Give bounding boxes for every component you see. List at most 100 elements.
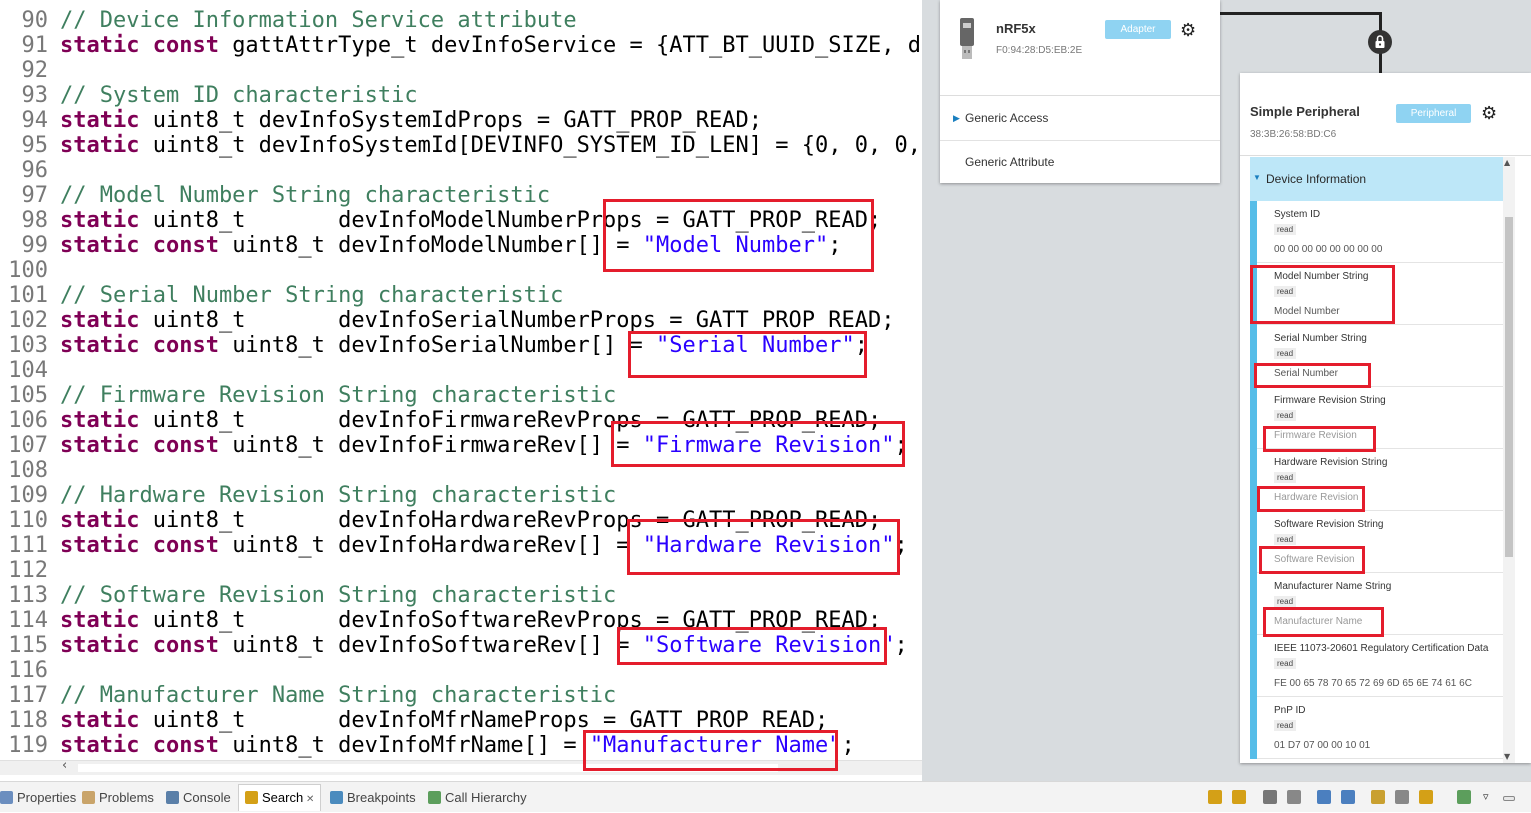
code-line[interactable]: 91 static const gattAttrType_t devInfoSer… bbox=[0, 33, 923, 58]
characteristic-value[interactable]: 01 D7 07 00 00 10 01 bbox=[1274, 740, 1370, 751]
code-line[interactable]: 116 bbox=[0, 658, 60, 683]
panel-vertical-scrollbar[interactable]: ▲ ▼ bbox=[1503, 157, 1515, 763]
code-line[interactable]: 100 bbox=[0, 258, 60, 283]
code-line[interactable]: 92 bbox=[0, 58, 60, 83]
characteristic-value[interactable]: Model Number bbox=[1274, 306, 1340, 317]
characteristic-value[interactable]: Software Revision bbox=[1274, 554, 1355, 565]
code-line[interactable]: 107 static const uint8_t devInfoFirmwareR… bbox=[0, 433, 907, 458]
characteristic-value[interactable]: 00 00 00 00 00 00 00 00 bbox=[1274, 244, 1382, 255]
tab-properties[interactable]: Properties bbox=[0, 788, 76, 808]
code-line[interactable]: 90 // Device Information Service attribut… bbox=[0, 8, 577, 33]
code-line[interactable]: 99 static const uint8_t devInfoModelNumbe… bbox=[0, 233, 842, 258]
characteristic-bar bbox=[1250, 635, 1257, 697]
service-generic-access[interactable]: ▶ Generic Access bbox=[940, 96, 1220, 141]
line-number: 116 bbox=[8, 658, 48, 683]
service-device-information[interactable]: ▼ Device Information bbox=[1250, 157, 1503, 201]
code-line[interactable]: 110 static uint8_t devInfoHardwareRevProp… bbox=[0, 508, 881, 533]
gear-icon[interactable]: ⚙ bbox=[1481, 105, 1497, 123]
code-editor[interactable]: 90 // Device Information Service attribut… bbox=[0, 0, 922, 760]
scroll-up-icon[interactable]: ▲ bbox=[1504, 158, 1510, 167]
code-line[interactable]: 94 static uint8_t devInfoSystemIdProps = … bbox=[0, 108, 763, 133]
tab-problems[interactable]: Problems bbox=[82, 788, 154, 808]
run-search-icon[interactable] bbox=[1371, 790, 1385, 804]
characteristic-bar bbox=[1250, 573, 1257, 635]
code-line[interactable]: 104 bbox=[0, 358, 60, 383]
characteristic-bar bbox=[1250, 511, 1257, 573]
code-comment: // Firmware Revision String characterist… bbox=[60, 383, 617, 408]
code-line[interactable]: 105 // Firmware Revision String character… bbox=[0, 383, 616, 408]
pin-view-icon[interactable] bbox=[1457, 790, 1471, 804]
characteristic-item[interactable]: Hardware Revision String read Hardware Rev… bbox=[1250, 449, 1503, 511]
view-menu-icon[interactable]: ▿ bbox=[1483, 790, 1497, 804]
code-line[interactable]: 114 static uint8_t devInfoSoftwareRevProp… bbox=[0, 608, 881, 633]
code-comment: // Hardware Revision String characterist… bbox=[60, 483, 617, 508]
scrollbar-thumb[interactable] bbox=[1505, 217, 1513, 557]
close-icon[interactable]: ✕ bbox=[303, 794, 314, 805]
next-match-icon[interactable] bbox=[1208, 790, 1222, 804]
code-line[interactable]: 106 static uint8_t devInfoFirmwareRevProp… bbox=[0, 408, 881, 433]
search-history-icon[interactable] bbox=[1419, 790, 1433, 804]
code-line[interactable]: 108 bbox=[0, 458, 60, 483]
code-text: uint8_t devInfoSoftwareRevProps = GATT_P… bbox=[152, 608, 882, 633]
code-line[interactable]: 117 // Manufacturer Name String character… bbox=[0, 683, 616, 708]
characteristic-item[interactable]: Firmware Revision String read Firmware Rev… bbox=[1250, 387, 1503, 449]
tab-call-hierarchy[interactable]: Call Hierarchy bbox=[428, 788, 527, 808]
remove-all-matches-icon[interactable] bbox=[1287, 790, 1301, 804]
code-keyword: static const bbox=[60, 633, 233, 658]
peripheral-badge: Peripheral bbox=[1396, 104, 1471, 123]
characteristic-value[interactable]: FE 00 65 78 70 65 72 69 6D 65 6E 74 61 6… bbox=[1274, 678, 1472, 689]
characteristic-name: IEEE 11073-20601 Regulatory Certificatio… bbox=[1274, 643, 1489, 654]
code-line[interactable]: 119 static const uint8_t devInfoMfrName[]… bbox=[0, 733, 854, 758]
view-tab-bar: Properties Problems Console Search ✕ Breakpo… bbox=[0, 781, 1531, 812]
characteristic-item[interactable]: System ID read 00 00 00 00 00 00 00 00 bbox=[1250, 201, 1503, 263]
characteristic-value[interactable]: Serial Number bbox=[1274, 368, 1338, 379]
code-keyword: static const bbox=[60, 733, 233, 758]
characteristic-value[interactable]: Firmware Revision bbox=[1274, 430, 1357, 441]
characteristic-item[interactable]: Model Number String read Model Number bbox=[1250, 263, 1503, 325]
code-line[interactable]: 93 // System ID characteristic bbox=[0, 83, 418, 108]
tab-console[interactable]: Console bbox=[166, 788, 231, 808]
characteristic-item[interactable]: Software Revision String read Software Rev… bbox=[1250, 511, 1503, 573]
scroll-left-icon[interactable]: ‹ bbox=[62, 758, 67, 773]
tab-search[interactable]: Search ✕ bbox=[238, 784, 322, 811]
characteristic-name: PnP ID bbox=[1274, 705, 1306, 716]
characteristic-value[interactable]: Hardware Revision bbox=[1274, 492, 1358, 503]
code-line[interactable]: 112 bbox=[0, 558, 60, 583]
scrollbar-thumb[interactable] bbox=[78, 764, 778, 772]
code-line[interactable]: 97 // Model Number String characteristic bbox=[0, 183, 551, 208]
code-line[interactable]: 101 // Serial Number String characteristi… bbox=[0, 283, 563, 308]
expand-all-icon[interactable] bbox=[1317, 790, 1331, 804]
tab-breakpoints[interactable]: Breakpoints bbox=[330, 788, 416, 808]
characteristic-name: Firmware Revision String bbox=[1274, 395, 1386, 406]
code-text: uint8_t devInfoModelNumber[] = bbox=[232, 233, 643, 258]
gear-icon[interactable]: ⚙ bbox=[1180, 22, 1196, 40]
code-line[interactable]: 102 static uint8_t devInfoSerialNumberPro… bbox=[0, 308, 894, 333]
minimize-icon[interactable] bbox=[1503, 796, 1515, 801]
code-keyword: static bbox=[60, 708, 153, 733]
code-line[interactable]: 98 static uint8_t devInfoModelNumberProps… bbox=[0, 208, 882, 233]
cancel-search-icon[interactable] bbox=[1395, 790, 1409, 804]
code-line[interactable]: 118 static uint8_t devInfoMfrNameProps = … bbox=[0, 708, 828, 733]
editor-horizontal-scrollbar[interactable]: ‹ bbox=[0, 758, 922, 775]
code-line[interactable]: 109 // Hardware Revision String character… bbox=[0, 483, 616, 508]
chevron-down-icon: ▼ bbox=[1253, 173, 1261, 182]
characteristic-item[interactable]: Serial Number String read Serial Number bbox=[1250, 325, 1503, 387]
service-generic-attribute[interactable]: Generic Attribute bbox=[940, 140, 1220, 184]
code-line[interactable]: 103 static const uint8_t devInfoSerialNum… bbox=[0, 333, 868, 358]
characteristic-item[interactable]: IEEE 11073-20601 Regulatory Certificatio… bbox=[1250, 635, 1503, 697]
scroll-down-icon[interactable]: ▼ bbox=[1504, 752, 1510, 761]
characteristic-item[interactable]: PnP ID read 01 D7 07 00 00 10 01 bbox=[1250, 697, 1503, 759]
characteristic-bar bbox=[1250, 263, 1257, 325]
remove-match-icon[interactable] bbox=[1263, 790, 1277, 804]
previous-match-icon[interactable] bbox=[1232, 790, 1246, 804]
code-line[interactable]: 115 static const uint8_t devInfoSoftwareR… bbox=[0, 633, 907, 658]
code-line[interactable]: 96 bbox=[0, 158, 60, 183]
characteristic-value[interactable]: Manufacturer Name bbox=[1274, 616, 1362, 627]
line-number: 119 bbox=[8, 733, 48, 758]
code-line[interactable]: 95 static uint8_t devInfoSystemId[DEVINFO… bbox=[0, 133, 922, 158]
code-line[interactable]: 113 // Software Revision String character… bbox=[0, 583, 616, 608]
collapse-all-icon[interactable] bbox=[1341, 790, 1355, 804]
line-number: 117 bbox=[8, 683, 48, 708]
characteristic-item[interactable]: Manufacturer Name String read Manufacturer… bbox=[1250, 573, 1503, 635]
code-line[interactable]: 111 static const uint8_t devInfoHardwareR… bbox=[0, 533, 907, 558]
